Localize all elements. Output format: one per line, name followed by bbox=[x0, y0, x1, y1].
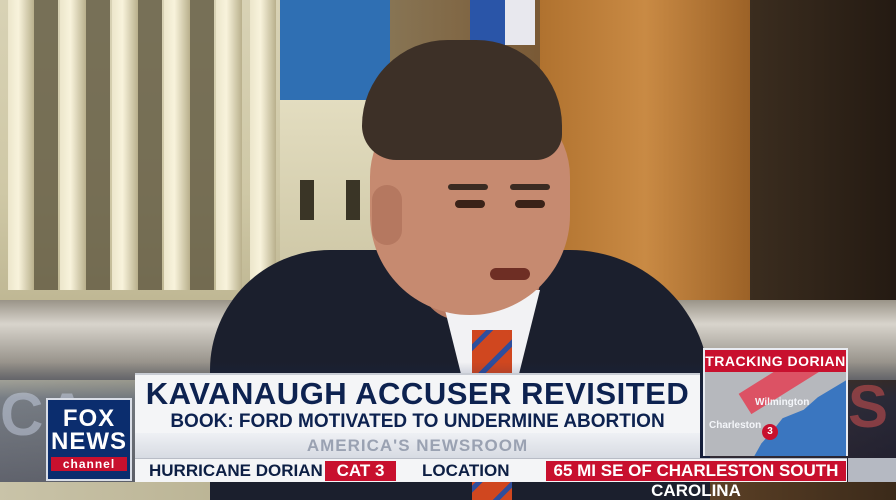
show-name: AMERICA'S NEWSROOM bbox=[135, 433, 700, 459]
column bbox=[112, 0, 138, 290]
column-shadow bbox=[138, 0, 162, 290]
fox-news-channel-logo: FOX NEWS channel bbox=[46, 398, 132, 481]
tracking-dorian-panel: TRACKING DORIAN Wilmington Charleston 3 bbox=[703, 348, 848, 456]
column bbox=[164, 0, 190, 290]
presenter-mouth bbox=[490, 268, 530, 280]
backplate-text-right: S bbox=[848, 373, 889, 440]
ticker-location-value: 65 MI SE OF CHARLESTON SOUTH CAROLINA bbox=[546, 461, 846, 500]
presenter-eye bbox=[455, 200, 485, 208]
ticker-end-cap bbox=[848, 458, 896, 482]
map-label-wilmington: Wilmington bbox=[755, 397, 810, 408]
presenter-brow bbox=[510, 184, 550, 190]
logo-line-2: NEWS bbox=[51, 428, 127, 455]
studio-light bbox=[505, 0, 535, 45]
column bbox=[216, 0, 242, 290]
headline-title: KAVANAUGH ACCUSER REVISITED bbox=[145, 376, 690, 411]
map-label-charleston: Charleston bbox=[709, 420, 762, 431]
headline-banner: KAVANAUGH ACCUSER REVISITED BOOK: FORD M… bbox=[135, 373, 700, 459]
presenter-eye bbox=[515, 200, 545, 208]
window bbox=[300, 180, 314, 220]
presenter-ear bbox=[372, 185, 402, 245]
column-shadow bbox=[86, 0, 110, 290]
ticker-category-badge: CAT 3 bbox=[325, 461, 396, 481]
studio-wall bbox=[750, 0, 896, 310]
column-shadow bbox=[190, 0, 214, 290]
column-shadow bbox=[34, 0, 58, 290]
logo-channel: channel bbox=[51, 457, 127, 471]
ticker-location-label: LOCATION bbox=[422, 461, 510, 480]
tracking-title: TRACKING DORIAN bbox=[705, 350, 846, 372]
news-ticker: HURRICANE DORIAN CAT 3 LOCATION 65 MI SE… bbox=[135, 458, 847, 500]
hurricane-map: Wilmington Charleston 3 bbox=[705, 372, 846, 456]
ticker-topic: HURRICANE DORIAN bbox=[149, 461, 323, 480]
presenter-hair bbox=[362, 40, 562, 160]
column bbox=[8, 0, 34, 290]
logo-line-1: FOX bbox=[62, 405, 116, 432]
column bbox=[60, 0, 86, 290]
column bbox=[250, 0, 276, 290]
window bbox=[346, 180, 360, 220]
storm-marker-icon: 3 bbox=[762, 424, 778, 440]
presenter-brow bbox=[448, 184, 488, 190]
